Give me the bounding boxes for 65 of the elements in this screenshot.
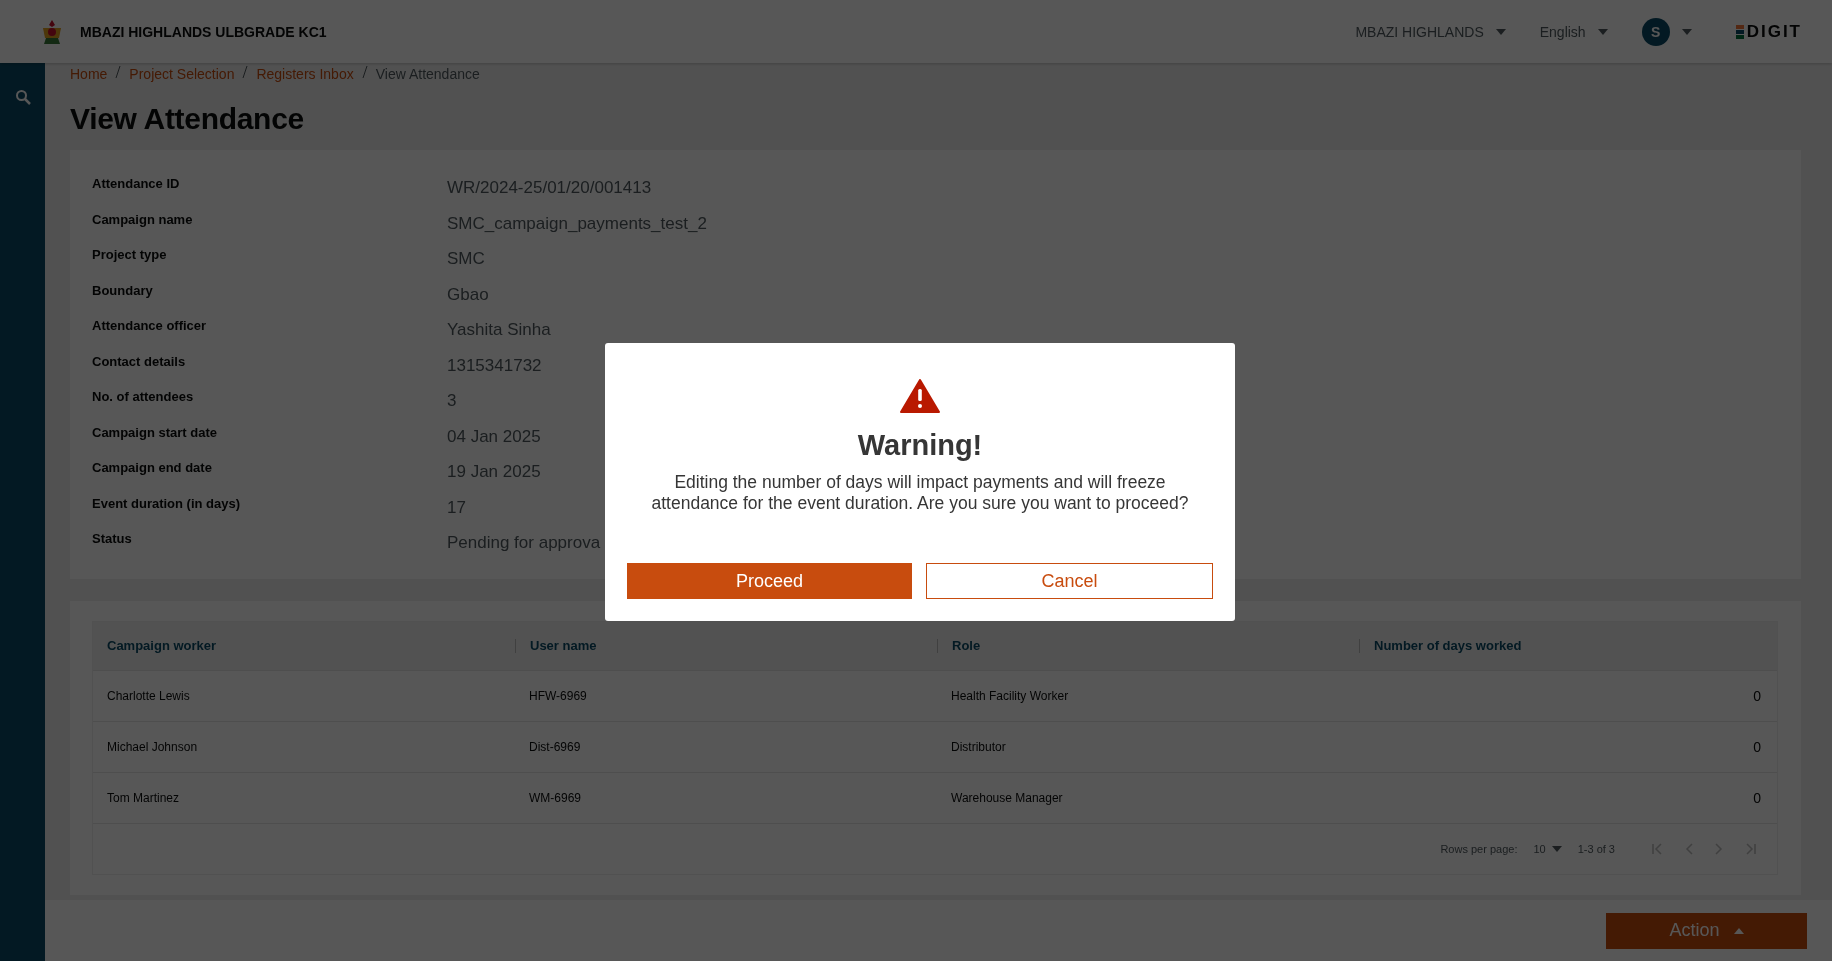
search-icon[interactable]: [14, 89, 31, 105]
proceed-button[interactable]: Proceed: [627, 563, 912, 599]
table-cell-text: Distributor: [950, 739, 1007, 754]
page-title: View Attendance: [70, 102, 305, 136]
caret-icon: [1597, 28, 1608, 35]
field-label: No. of attendees: [92, 389, 195, 404]
separator-icon: [115, 66, 122, 78]
field-label: Event duration (in days): [92, 495, 242, 511]
table-cell-text: Michael Johnson: [106, 739, 199, 754]
field-value: Pending for approva: [447, 533, 601, 553]
field-label: Attendance officer: [92, 318, 208, 333]
table-cell-text: 0: [1752, 738, 1762, 755]
field-value: 17: [447, 497, 466, 518]
dialog-message: Editing the number of days will impact payments and will freeze attendance for the event duration. Are you sure you want to proceed?: [650, 472, 1190, 514]
column-header: Number of days worked: [1359, 638, 1777, 653]
breadcrumb-link[interactable]: Registers Inbox: [256, 66, 354, 82]
table-cell-text: Warehouse Manager: [950, 790, 1064, 805]
column-header: Campaign worker: [106, 638, 218, 653]
column-header: Role: [937, 638, 1359, 653]
separator-icon: [361, 66, 368, 78]
page-range: 1-3 of 3: [1577, 842, 1615, 855]
language-dropdown[interactable]: English: [1539, 23, 1586, 40]
dialog-title: Warning!: [857, 429, 983, 462]
field-value: 3: [447, 391, 457, 411]
breadcrumb-link[interactable]: Project Selection: [129, 66, 235, 82]
field-value: SMC_campaign_payments_test_2: [447, 213, 707, 234]
field-value: 19 Jan 2025: [447, 462, 541, 482]
field-label: Campaign end date: [92, 460, 213, 475]
column-header: User name: [515, 638, 937, 653]
warning-icon: [900, 379, 940, 413]
field-label: Attendance ID: [92, 176, 181, 191]
rows-per-page-label: Rows per page:: [1440, 842, 1518, 855]
field-label: Boundary: [92, 282, 154, 298]
field-label: Project type: [92, 247, 168, 262]
field-value: Yashita Sinha: [447, 320, 551, 340]
field-value: 1315341732: [447, 355, 542, 376]
caret-icon: [1733, 927, 1744, 934]
tenant-dropdown[interactable]: MBAZI HIGHLANDS: [1355, 23, 1484, 40]
field-value: Gbao: [447, 284, 489, 305]
table-cell-text: 0: [1752, 687, 1762, 704]
breadcrumb-link[interactable]: Home: [70, 66, 108, 82]
table-cell-text: Dist-6969: [528, 739, 582, 754]
table-cell-text: WM-6969: [528, 790, 582, 805]
field-value: WR/2024-25/01/20/001413: [447, 178, 652, 198]
field-label: Contact details: [92, 353, 187, 369]
caret-icon: [1551, 845, 1562, 852]
table-cell-text: Tom Martinez: [106, 790, 181, 805]
table-cell-text: 0: [1752, 789, 1762, 806]
table-cell-text: Charlotte Lewis: [106, 688, 191, 703]
app-title: MBAZI HIGHLANDS ULBGRADE KC1: [80, 23, 327, 40]
table-cell-text: HFW-6969: [528, 688, 588, 703]
cancel-button[interactable]: Cancel: [926, 563, 1213, 599]
field-value: SMC: [447, 249, 485, 269]
caret-icon: [1681, 28, 1692, 35]
rows-per-page-select[interactable]: 10: [1533, 842, 1546, 855]
field-label: Campaign start date: [92, 424, 218, 440]
field-label: Campaign name: [92, 211, 194, 227]
user-avatar[interactable]: S: [1641, 17, 1670, 46]
field-value: 04 Jan 2025: [447, 426, 541, 447]
brand-logo: DIGIT: [1735, 21, 1802, 42]
caret-icon: [1495, 28, 1506, 35]
action-button[interactable]: Action: [1606, 912, 1807, 949]
field-label: Status: [92, 531, 133, 546]
table-cell-text: Health Facility Worker: [950, 688, 1070, 703]
separator-icon: [242, 66, 249, 78]
